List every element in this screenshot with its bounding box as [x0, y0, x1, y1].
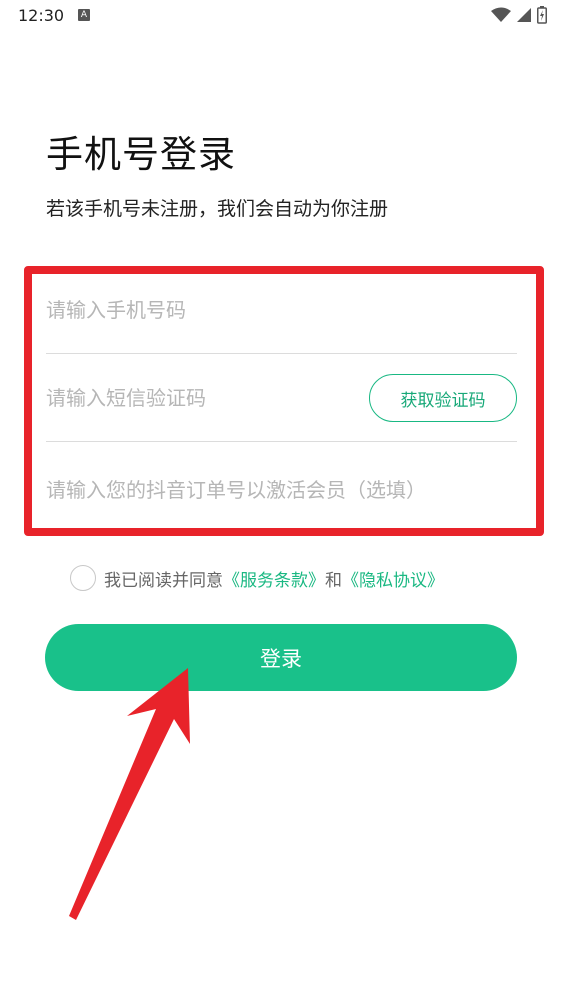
red-arrow-icon: [69, 668, 190, 920]
